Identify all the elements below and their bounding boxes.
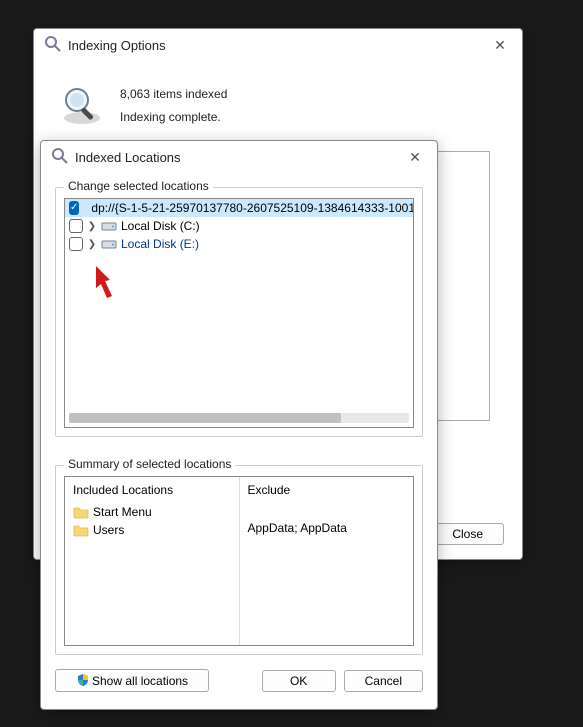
tree-row[interactable]: ❯ Local Disk (E:): [65, 235, 413, 253]
show-all-label: Show all locations: [92, 674, 188, 688]
tree-item-label: Local Disk (C:): [121, 219, 200, 233]
exclude-header: Exclude: [248, 483, 406, 497]
included-item-label: Start Menu: [93, 505, 152, 519]
checkbox[interactable]: [69, 237, 83, 251]
titlebar: Indexed Locations ✕: [41, 141, 437, 173]
scrollbar-thumb[interactable]: [69, 413, 341, 423]
included-item-label: Users: [93, 523, 124, 537]
group-legend: Summary of selected locations: [64, 457, 235, 471]
shield-icon: [76, 673, 90, 687]
included-header: Included Locations: [73, 483, 231, 497]
exclude-text: AppData; AppData: [248, 521, 406, 535]
items-indexed-text: 8,063 items indexed: [120, 83, 227, 106]
titlebar: Indexing Options ✕: [34, 29, 522, 61]
drive-icon: [101, 238, 117, 250]
change-locations-group: Change selected locations dp://{S-1-5-21…: [55, 187, 423, 437]
tree-item-label: dp://{S-1-5-21-25970137780-2607525109-13…: [91, 201, 414, 215]
expand-icon[interactable]: ❯: [87, 239, 97, 250]
app-icon: [51, 147, 69, 168]
checkbox[interactable]: [69, 219, 83, 233]
included-item: Users: [73, 521, 231, 539]
tree-item-label: Local Disk (E:): [121, 237, 199, 251]
included-item: Start Menu: [73, 503, 231, 521]
drive-icon: [101, 220, 117, 232]
expand-icon[interactable]: ❯: [87, 221, 97, 232]
window-title: Indexing Options: [68, 38, 488, 53]
window-title: Indexed Locations: [75, 150, 403, 165]
folder-icon: [73, 523, 89, 537]
group-legend: Change selected locations: [64, 179, 213, 193]
checkbox[interactable]: [69, 201, 79, 215]
summary-group: Summary of selected locations Included L…: [55, 465, 423, 655]
show-all-locations-button[interactable]: Show all locations: [55, 669, 209, 692]
close-button[interactable]: Close: [431, 523, 504, 545]
status-row: 8,063 items indexed Indexing complete.: [54, 73, 502, 133]
app-icon: [44, 35, 62, 56]
tree-row[interactable]: dp://{S-1-5-21-25970137780-2607525109-13…: [65, 199, 413, 217]
magnifier-icon: [60, 83, 104, 127]
horizontal-scrollbar[interactable]: [69, 413, 409, 423]
close-icon[interactable]: ✕: [403, 145, 427, 169]
ok-button[interactable]: OK: [262, 670, 336, 692]
tree-row[interactable]: ❯ Local Disk (C:): [65, 217, 413, 235]
close-icon[interactable]: ✕: [488, 33, 512, 57]
folder-icon: [73, 505, 89, 519]
summary-table: Included Locations Start Menu Users Exclu…: [64, 476, 414, 646]
indexing-status-text: Indexing complete.: [120, 106, 227, 129]
indexed-locations-window: Indexed Locations ✕ Change selected loca…: [40, 140, 438, 710]
locations-tree[interactable]: dp://{S-1-5-21-25970137780-2607525109-13…: [64, 198, 414, 428]
cancel-button[interactable]: Cancel: [344, 670, 423, 692]
